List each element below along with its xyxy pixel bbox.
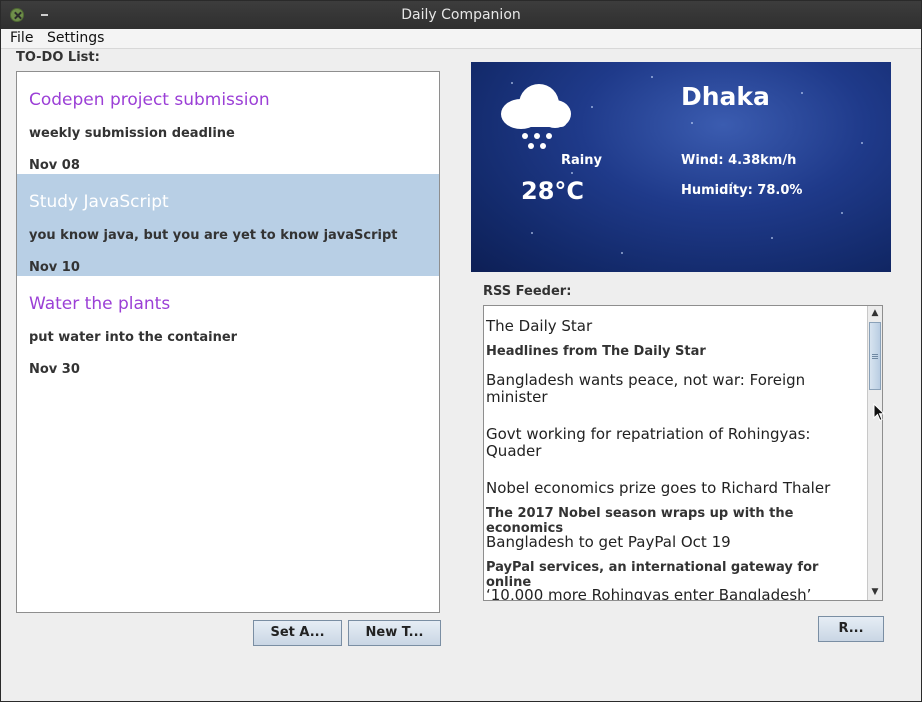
todo-item-description: weekly submission deadline (29, 126, 235, 141)
todo-list[interactable]: Codepen project submission weekly submis… (16, 71, 440, 613)
menu-settings[interactable]: Settings (47, 30, 104, 46)
weather-city: Dhaka (681, 82, 770, 111)
todo-item-title: Codepen project submission (29, 90, 270, 110)
rss-line[interactable]: Bangladesh wants peace, not war: Foreign (486, 371, 805, 389)
rss-line[interactable]: Bangladesh to get PayPal Oct 19 (486, 533, 731, 551)
todo-item-description: put water into the container (29, 330, 238, 345)
window-title: Daily Companion (401, 7, 521, 23)
todo-item-description: you know java, but you are yet to know j… (29, 228, 398, 243)
rss-content[interactable]: The Daily Star Headlines from The Daily … (484, 306, 867, 600)
rss-line[interactable]: Govt working for repatriation of Rohingy… (486, 425, 810, 443)
todo-item-title: Water the plants (29, 294, 171, 314)
scroll-up-icon[interactable]: ▲ (869, 307, 881, 319)
rss-line: The Daily Star (486, 317, 593, 335)
rss-line: Headlines from The Daily Star (486, 344, 706, 359)
mouse-cursor-icon (873, 403, 886, 422)
weather-condition: Rainy (561, 153, 602, 168)
rss-feed-box[interactable]: The Daily Star Headlines from The Daily … (483, 305, 883, 601)
rss-line: The 2017 Nobel season wraps up with the … (486, 506, 794, 536)
rss-scrollbar[interactable]: ▲ ▼ (867, 306, 882, 600)
todo-item-date: Nov 08 (29, 158, 80, 173)
rss-line[interactable]: minister (486, 388, 548, 406)
weather-temperature: 28°C (521, 177, 585, 205)
rss-line[interactable]: Nobel economics prize goes to Richard Th… (486, 479, 830, 497)
todo-item-date: Nov 30 (29, 362, 80, 377)
rss-line[interactable]: Quader (486, 442, 541, 460)
todo-item[interactable]: Water the plants put water into the cont… (17, 276, 439, 378)
scroll-down-icon[interactable]: ▼ (869, 586, 881, 598)
new-task-button[interactable]: New T... (348, 620, 441, 646)
todo-item-title: Study JavaScript (29, 192, 169, 212)
todo-item-date: Nov 10 (29, 260, 80, 275)
scroll-thumb[interactable] (869, 322, 881, 390)
todo-list-label: TO-DO List: (16, 50, 100, 65)
title-bar[interactable]: Daily Companion (1, 1, 921, 29)
todo-item-selected[interactable]: Study JavaScript you know java, but you … (17, 174, 439, 276)
todo-item[interactable]: Codepen project submission weekly submis… (17, 72, 439, 174)
snow-cloud-icon (501, 84, 571, 149)
app-window: Daily Companion File Settings TO-DO List… (0, 0, 922, 702)
weather-humidity: Humidity: 78.0% (681, 183, 803, 198)
rss-line[interactable]: ‘10,000 more Rohingyas enter Bangladesh’ (486, 586, 811, 600)
menu-file[interactable]: File (10, 30, 33, 46)
rss-label: RSS Feeder: (483, 284, 572, 299)
menu-bar: File Settings (1, 29, 921, 49)
refresh-button[interactable]: R... (818, 616, 884, 642)
set-alarm-button[interactable]: Set A... (253, 620, 342, 646)
weather-panel: Dhaka Rainy 28°C Wind: 4.38km/h Humidity… (471, 62, 891, 272)
weather-wind: Wind: 4.38km/h (681, 153, 797, 168)
